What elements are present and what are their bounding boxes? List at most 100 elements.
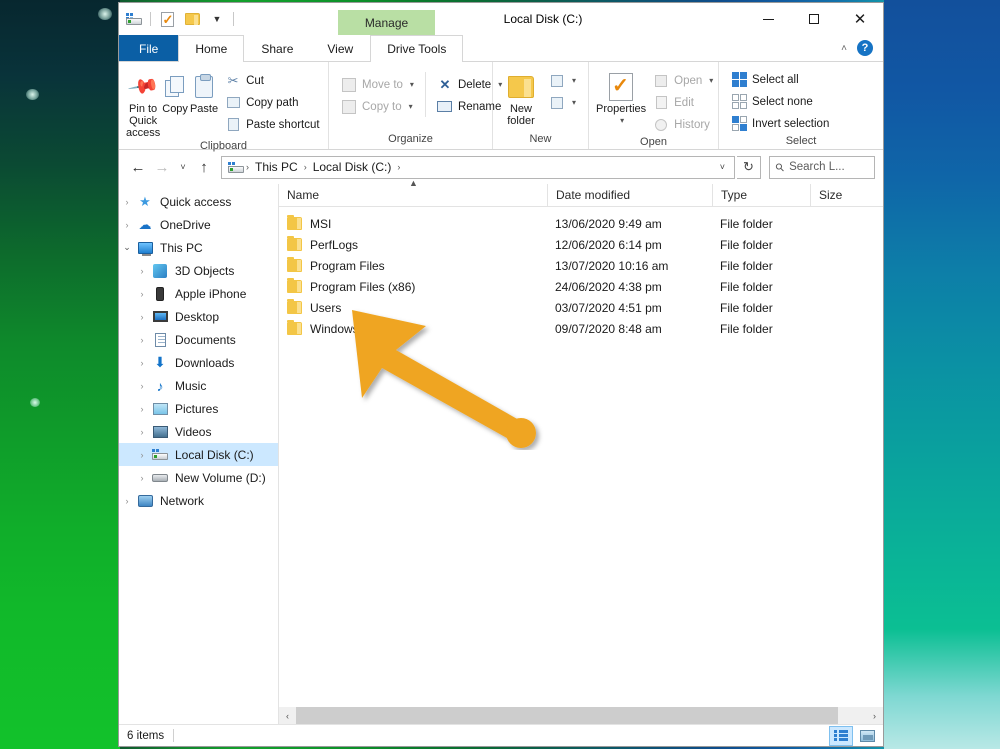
- customize-caret-icon[interactable]: ▼: [208, 10, 226, 28]
- sidebar-item-3d-objects[interactable]: › 3D Objects: [119, 259, 278, 282]
- table-row[interactable]: Program Files 13/07/2020 10:16 am File fol…: [279, 255, 883, 276]
- scroll-right-button[interactable]: ›: [866, 707, 883, 724]
- sidebar-item-downloads[interactable]: › ⬇ Downloads: [119, 351, 278, 374]
- new-item-button[interactable]: ▾: [544, 70, 581, 91]
- paste-icon: [195, 71, 213, 103]
- properties-button[interactable]: Properties ▾: [596, 68, 646, 127]
- sidebar-item-this-pc[interactable]: ⌄ This PC: [119, 236, 278, 259]
- sidebar-item-network[interactable]: › Network: [119, 489, 278, 512]
- tab-file[interactable]: File: [119, 35, 179, 61]
- pin-to-quick-access-button[interactable]: 📌 Pin to Quick access: [126, 68, 160, 139]
- easy-access-icon: [549, 95, 565, 111]
- address-dropdown-icon[interactable]: ˅: [713, 162, 732, 172]
- move-to-button[interactable]: Move to ▾: [336, 74, 419, 95]
- sidebar-item-desktop[interactable]: › Desktop: [119, 305, 278, 328]
- breadcrumb-separator[interactable]: ›: [301, 162, 310, 172]
- search-box[interactable]: ⚲ Search L...: [769, 155, 875, 179]
- large-icons-view-button[interactable]: [855, 726, 879, 746]
- drive-icon[interactable]: [125, 10, 143, 28]
- scroll-left-button[interactable]: ‹: [279, 707, 296, 724]
- chevron-right-icon[interactable]: ›: [134, 473, 150, 483]
- paste-button[interactable]: Paste: [190, 68, 218, 115]
- file-name: Program Files: [310, 258, 385, 273]
- cell-name: Program Files (x86): [279, 278, 547, 294]
- tab-home[interactable]: Home: [178, 35, 245, 62]
- chevron-right-icon[interactable]: ›: [119, 496, 135, 506]
- table-row[interactable]: PerfLogs 12/06/2020 6:14 pm File folder: [279, 234, 883, 255]
- open-button[interactable]: Open ▾: [648, 70, 718, 91]
- horizontal-scrollbar[interactable]: ‹ ›: [279, 707, 883, 724]
- tab-share[interactable]: Share: [244, 35, 310, 61]
- cell-name: Program Files: [279, 257, 547, 273]
- invert-selection-button[interactable]: Invert selection: [726, 113, 834, 134]
- chevron-right-icon[interactable]: ›: [134, 404, 150, 414]
- chevron-right-icon[interactable]: ›: [134, 450, 150, 460]
- this-pc-icon: [135, 241, 155, 256]
- select-all-button[interactable]: Select all: [726, 69, 834, 90]
- chevron-right-icon[interactable]: ›: [134, 266, 150, 276]
- button-label: Copy to: [362, 100, 402, 113]
- chevron-right-icon[interactable]: ›: [134, 312, 150, 322]
- copy-button[interactable]: Copy: [162, 68, 188, 115]
- select-none-button[interactable]: Select none: [726, 91, 834, 112]
- sidebar-item-local-disk-c[interactable]: › Local Disk (C:): [119, 443, 278, 466]
- table-row[interactable]: Windows 09/07/2020 8:48 am File folder: [279, 318, 883, 339]
- sidebar-item-pictures[interactable]: › Pictures: [119, 397, 278, 420]
- sidebar-item-music[interactable]: › ♪ Music: [119, 374, 278, 397]
- back-button[interactable]: ←: [127, 156, 149, 178]
- sidebar-item-apple-iphone[interactable]: › Apple iPhone: [119, 282, 278, 305]
- minimize-button[interactable]: [745, 3, 791, 35]
- tab-view[interactable]: View: [310, 35, 370, 61]
- chevron-right-icon[interactable]: ›: [134, 381, 150, 391]
- tab-drive-tools[interactable]: Drive Tools: [370, 35, 464, 62]
- table-row[interactable]: MSI 13/06/2020 9:49 am File folder: [279, 213, 883, 234]
- column-header-type[interactable]: Type: [712, 183, 810, 207]
- chevron-right-icon[interactable]: ›: [134, 427, 150, 437]
- sidebar-item-documents[interactable]: › Documents: [119, 328, 278, 351]
- table-row[interactable]: Users 03/07/2020 4:51 pm File folder: [279, 297, 883, 318]
- copy-path-button[interactable]: Copy path: [220, 92, 325, 113]
- table-row[interactable]: Program Files (x86) 24/06/2020 4:38 pm Fil…: [279, 276, 883, 297]
- copy-to-button[interactable]: Copy to ▾: [336, 96, 419, 117]
- sidebar-item-videos[interactable]: › Videos: [119, 420, 278, 443]
- help-icon[interactable]: ?: [857, 40, 873, 56]
- column-header-size[interactable]: Size: [810, 183, 870, 207]
- button-label: Properties: [596, 103, 647, 115]
- refresh-button[interactable]: ↻: [737, 155, 761, 179]
- up-button[interactable]: ↑: [193, 156, 215, 178]
- forward-button[interactable]: →: [151, 156, 173, 178]
- breadcrumb-this-pc[interactable]: This PC: [252, 158, 301, 177]
- sidebar-item-new-volume-d[interactable]: › New Volume (D:): [119, 466, 278, 489]
- new-folder-button[interactable]: New folder: [500, 68, 542, 127]
- sidebar-item-onedrive[interactable]: › ☁ OneDrive: [119, 213, 278, 236]
- easy-access-button[interactable]: ▾: [544, 92, 581, 113]
- address-bar[interactable]: › This PC › Local Disk (C:) › ˅: [221, 155, 735, 179]
- search-icon: ⚲: [773, 160, 788, 175]
- scrollbar-thumb[interactable]: [296, 707, 838, 724]
- edit-button[interactable]: Edit: [648, 92, 718, 113]
- chevron-right-icon[interactable]: ›: [134, 335, 150, 345]
- chevron-down-icon[interactable]: ⌄: [119, 242, 135, 253]
- recent-locations-button[interactable]: ˅: [175, 156, 191, 178]
- sidebar-item-quick-access[interactable]: › ★ Quick access: [119, 190, 278, 213]
- chevron-right-icon[interactable]: ›: [134, 289, 150, 299]
- maximize-button[interactable]: [791, 3, 837, 35]
- breadcrumb-separator[interactable]: ›: [394, 162, 403, 172]
- chevron-right-icon[interactable]: ›: [134, 358, 150, 368]
- history-button[interactable]: History: [648, 114, 718, 135]
- properties-icon[interactable]: [158, 10, 176, 28]
- breadcrumb-drive-icon[interactable]: [227, 158, 244, 176]
- scrollbar-track[interactable]: [296, 707, 866, 724]
- chevron-right-icon[interactable]: ›: [119, 220, 135, 230]
- paste-shortcut-button[interactable]: Paste shortcut: [220, 114, 325, 135]
- details-view-button[interactable]: [829, 725, 853, 746]
- button-label: Delete: [457, 78, 492, 91]
- new-folder-icon[interactable]: [183, 10, 201, 28]
- breadcrumb-local-disk[interactable]: Local Disk (C:): [310, 158, 395, 177]
- delete-x-icon: ✕: [439, 76, 451, 92]
- collapse-ribbon-icon[interactable]: ˄: [841, 43, 847, 54]
- cut-button[interactable]: ✂ Cut: [220, 70, 325, 91]
- chevron-right-icon[interactable]: ›: [119, 197, 135, 207]
- close-button[interactable]: ✕: [837, 3, 883, 35]
- column-header-date-modified[interactable]: Date modified: [547, 183, 712, 207]
